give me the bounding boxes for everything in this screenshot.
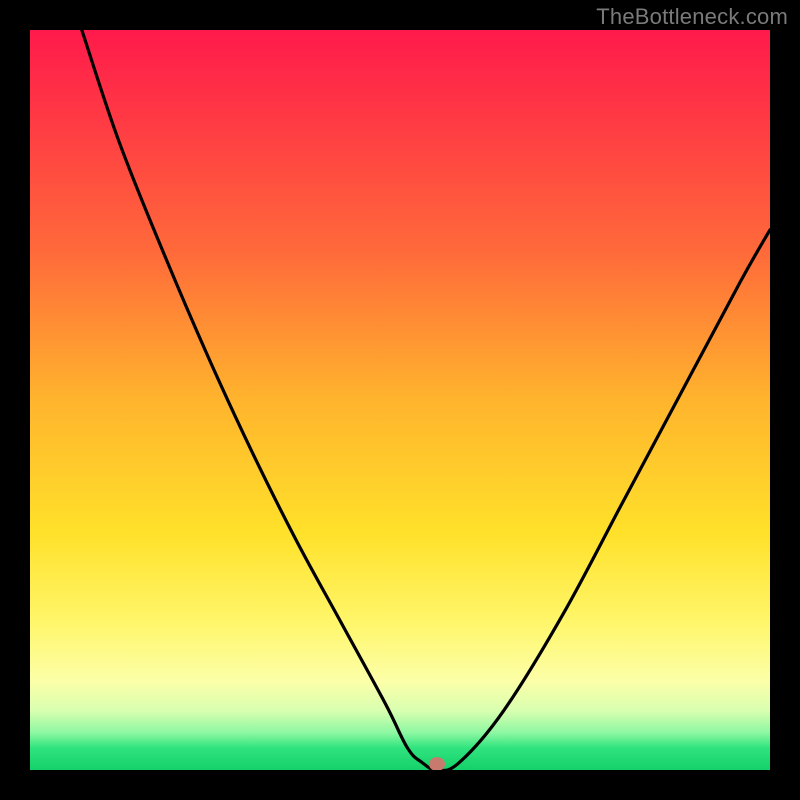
plot-area: [30, 30, 770, 770]
bottleneck-curve: [82, 30, 770, 770]
curve-layer: [30, 30, 770, 770]
chart-frame: TheBottleneck.com: [0, 0, 800, 800]
optimal-point-marker: [429, 757, 445, 770]
watermark-text: TheBottleneck.com: [596, 4, 788, 30]
